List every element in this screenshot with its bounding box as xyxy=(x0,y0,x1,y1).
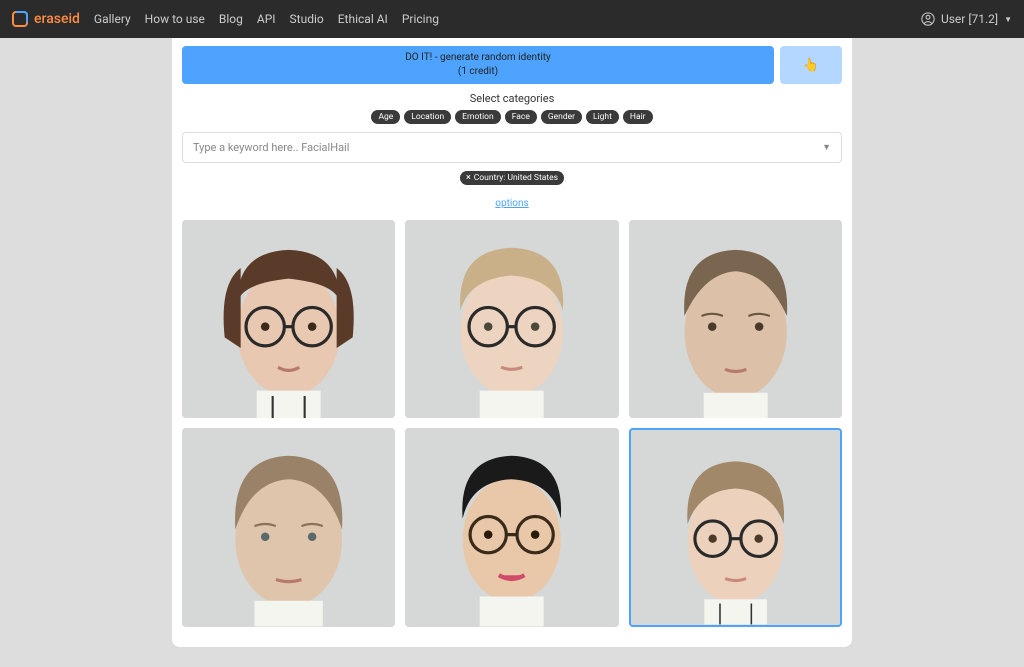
face-image xyxy=(182,428,395,626)
logo-icon xyxy=(12,11,28,27)
user-label: User [71.2] xyxy=(941,12,998,26)
pill-location[interactable]: Location xyxy=(404,110,451,124)
hand-icon: 👆 xyxy=(803,58,819,73)
options-link[interactable]: options xyxy=(495,198,528,209)
navbar-left: eraseid Gallery How to use Blog API Stud… xyxy=(12,11,439,27)
logo-text: eraseid xyxy=(34,11,80,27)
face-image xyxy=(405,220,618,418)
tag-country[interactable]: × Country: United States xyxy=(460,171,564,185)
results-grid xyxy=(182,220,842,627)
nav-link-api[interactable]: API xyxy=(257,12,276,26)
active-tags: × Country: United States xyxy=(182,171,842,185)
options-link-row: options xyxy=(182,191,842,210)
do-it-line2: (1 credit) xyxy=(182,65,774,79)
face-image xyxy=(629,220,842,418)
result-card[interactable] xyxy=(405,220,618,418)
face-image xyxy=(631,430,840,624)
pill-emotion[interactable]: Emotion xyxy=(455,110,501,124)
category-pills: Age Location Emotion Face Gender Light H… xyxy=(182,110,842,124)
close-icon[interactable]: × xyxy=(466,173,471,183)
nav-link-studio[interactable]: Studio xyxy=(290,12,324,26)
user-icon xyxy=(921,12,935,26)
do-it-line1: DO IT! - generate random identity xyxy=(182,51,774,65)
dropdown-arrow-icon: ▼ xyxy=(822,142,831,153)
search-placeholder: Type a keyword here.. FacialHail xyxy=(193,141,349,154)
nav-link-gallery[interactable]: Gallery xyxy=(94,12,131,26)
top-navbar: eraseid Gallery How to use Blog API Stud… xyxy=(0,0,1024,38)
pill-age[interactable]: Age xyxy=(371,110,400,124)
nav-links: Gallery How to use Blog API Studio Ethic… xyxy=(94,12,439,26)
result-card[interactable] xyxy=(182,220,395,418)
pill-light[interactable]: Light xyxy=(586,110,619,124)
select-categories-label: Select categories xyxy=(182,92,842,105)
nav-link-blog[interactable]: Blog xyxy=(219,12,243,26)
user-menu[interactable]: User [71.2] ▼ xyxy=(921,12,1012,26)
result-card[interactable] xyxy=(405,428,618,626)
pill-face[interactable]: Face xyxy=(505,110,537,124)
nav-link-howtouse[interactable]: How to use xyxy=(145,12,205,26)
logo[interactable]: eraseid xyxy=(12,11,80,27)
chevron-down-icon: ▼ xyxy=(1004,15,1012,24)
nav-link-ethicalai[interactable]: Ethical AI xyxy=(338,12,388,26)
do-it-button[interactable]: DO IT! - generate random identity (1 cre… xyxy=(182,46,774,84)
pill-gender[interactable]: Gender xyxy=(541,110,582,124)
pill-hair[interactable]: Hair xyxy=(623,110,653,124)
face-image xyxy=(405,428,618,626)
nav-link-pricing[interactable]: Pricing xyxy=(402,12,439,26)
tag-label: Country: United States xyxy=(474,173,558,183)
face-image xyxy=(182,220,395,418)
result-card-selected[interactable] xyxy=(629,428,842,626)
main-panel: DO IT! - generate random identity (1 cre… xyxy=(172,38,852,647)
result-card[interactable] xyxy=(182,428,395,626)
result-card[interactable] xyxy=(629,220,842,418)
do-it-row: DO IT! - generate random identity (1 cre… xyxy=(182,46,842,84)
hand-button[interactable]: 👆 xyxy=(780,46,842,84)
page-background: DO IT! - generate random identity (1 cre… xyxy=(0,38,1024,667)
keyword-search[interactable]: Type a keyword here.. FacialHail ▼ xyxy=(182,132,842,163)
